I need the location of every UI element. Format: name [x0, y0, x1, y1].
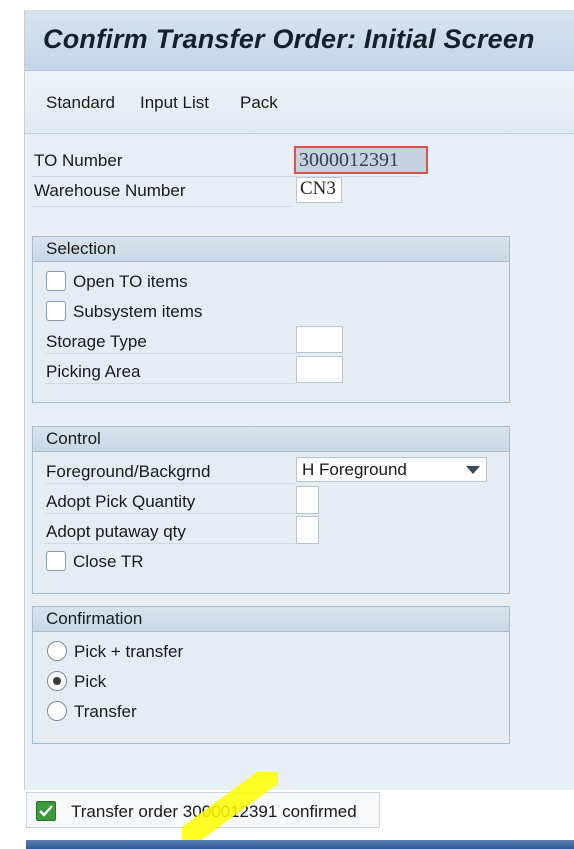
selection-group-header: Selection: [33, 237, 509, 262]
adopt-pick-divider: [45, 513, 295, 514]
foreground-label: Foreground/Backgrnd: [46, 462, 211, 481]
close-tr-checkbox[interactable]: [46, 551, 66, 571]
bottom-window-edge: [26, 840, 574, 849]
success-check-icon: [36, 801, 56, 821]
pick-transfer-radio[interactable]: [47, 641, 67, 661]
storage-type-input[interactable]: [296, 326, 343, 353]
confirmation-group-title: Confirmation: [46, 609, 143, 628]
foreground-dropdown-value: H Foreground: [302, 460, 407, 479]
warehouse-number-input[interactable]: CN3: [296, 177, 342, 203]
warehouse-row: Warehouse Number: [32, 176, 292, 207]
pack-button[interactable]: Pack: [240, 93, 278, 113]
foreground-dropdown[interactable]: H Foreground: [296, 457, 487, 482]
warehouse-number-label: Warehouse Number: [34, 181, 186, 200]
adopt-putaway-qty-label: Adopt putaway qty: [46, 522, 186, 541]
page-title: Confirm Transfer Order: Initial Screen: [43, 24, 535, 54]
close-tr-label: Close TR: [73, 552, 144, 571]
to-number-label: TO Number: [34, 151, 123, 170]
adopt-putaway-divider: [45, 543, 295, 544]
picking-area-input[interactable]: [296, 356, 343, 383]
subsystem-items-label: Subsystem items: [73, 302, 203, 321]
confirmation-group-header: Confirmation: [33, 607, 509, 632]
chevron-down-icon[interactable]: [466, 466, 480, 474]
application-toolbar: Standard Input List Pack: [25, 71, 574, 134]
to-number-row: TO Number 3000012391: [32, 146, 428, 177]
storage-type-label: Storage Type: [46, 332, 147, 351]
picking-area-label: Picking Area: [46, 362, 141, 381]
storage-type-divider: [45, 353, 295, 354]
sap-window: Confirm Transfer Order: Initial Screen S…: [24, 10, 574, 790]
transfer-label: Transfer: [74, 702, 137, 721]
confirmation-group: Confirmation Pick + transfer Pick Transf…: [32, 606, 510, 744]
subsystem-items-checkbox[interactable]: [46, 301, 66, 321]
transfer-radio[interactable]: [47, 701, 67, 721]
radio-selected-dot: [53, 677, 61, 685]
main-content: TO Number 3000012391 Warehouse Number CN…: [25, 134, 574, 790]
control-group-title: Control: [46, 429, 101, 448]
standard-button[interactable]: Standard: [46, 93, 115, 113]
open-to-items-label: Open TO items: [73, 272, 188, 291]
open-to-items-checkbox[interactable]: [46, 271, 66, 291]
status-message: Transfer order 3000012391 confirmed: [71, 802, 357, 821]
adopt-putaway-qty-input[interactable]: [296, 516, 319, 544]
control-group-header: Control: [33, 427, 509, 452]
foreground-divider: [45, 483, 295, 484]
pick-label: Pick: [74, 672, 107, 691]
pick-radio[interactable]: [47, 671, 67, 691]
selection-group: Selection Open TO items Subsystem items …: [32, 236, 510, 403]
status-bar[interactable]: Transfer order 3000012391 confirmed: [26, 792, 380, 828]
adopt-pick-quantity-input[interactable]: [296, 486, 319, 514]
input-list-button[interactable]: Input List: [140, 93, 209, 113]
picking-area-divider: [45, 383, 295, 384]
selection-group-title: Selection: [46, 239, 116, 258]
adopt-pick-quantity-label: Adopt Pick Quantity: [46, 492, 196, 511]
title-bar: Confirm Transfer Order: Initial Screen: [25, 10, 574, 71]
control-group: Control Foreground/Backgrnd H Foreground…: [32, 426, 510, 594]
to-number-input[interactable]: 3000012391: [294, 146, 428, 174]
pick-transfer-label: Pick + transfer: [74, 642, 184, 661]
